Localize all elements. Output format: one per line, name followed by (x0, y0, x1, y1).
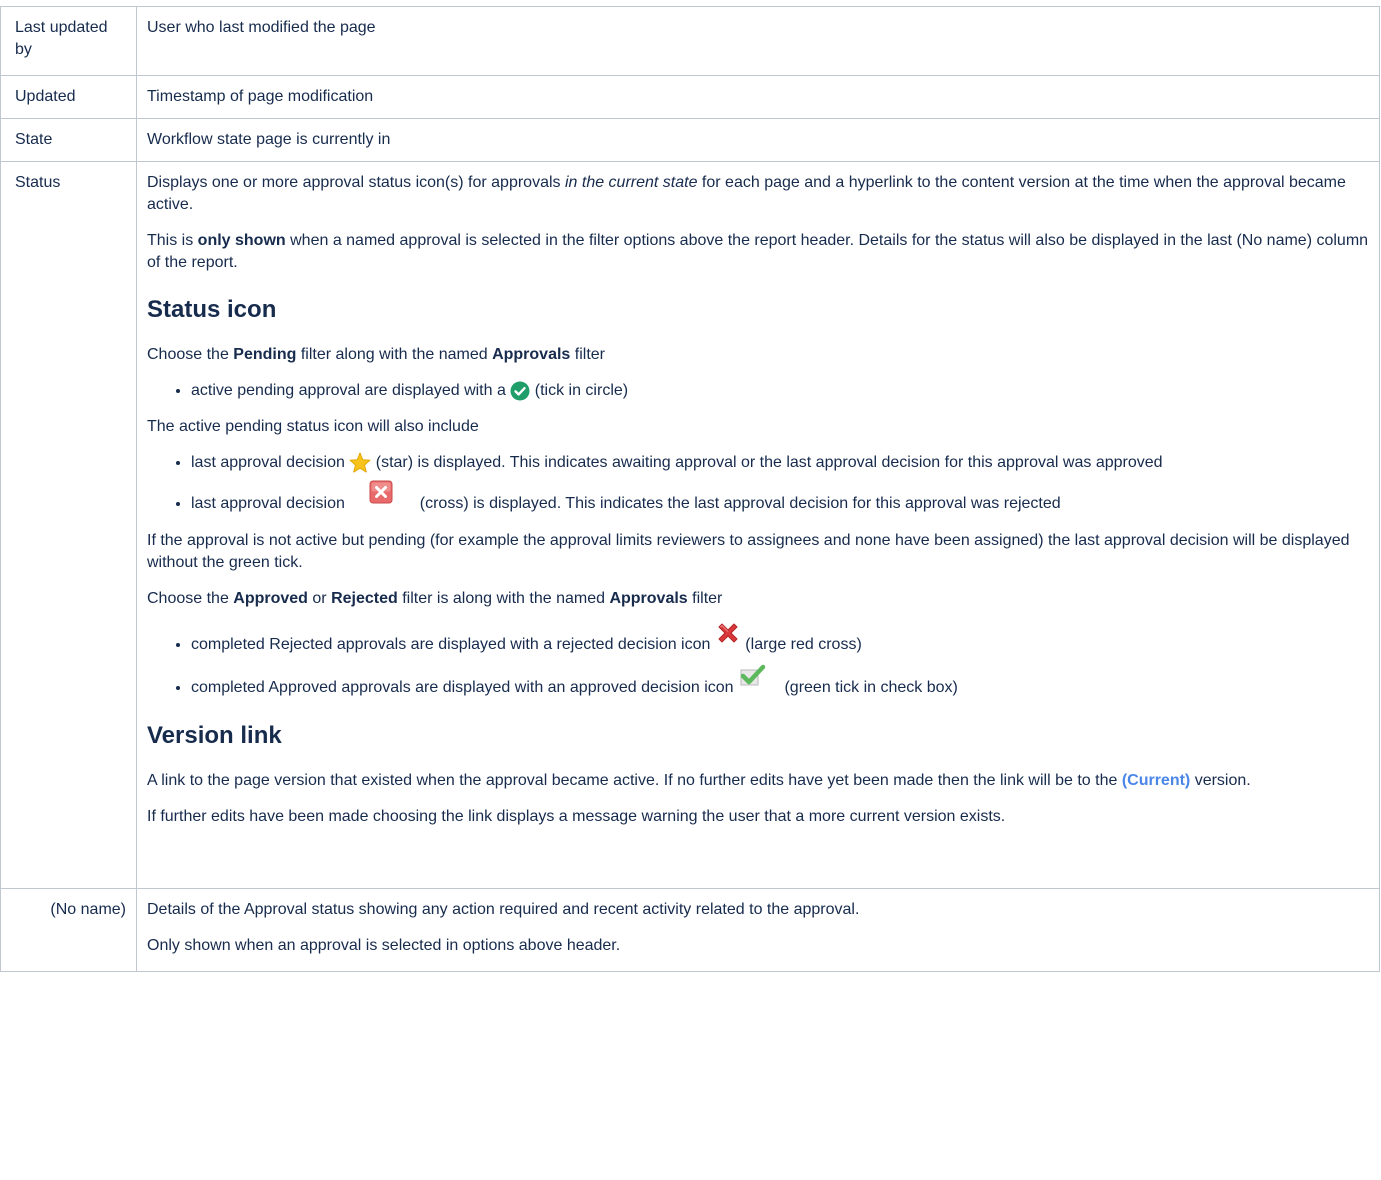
further-edits-paragraph: If further edits have been made choosing… (147, 808, 1006, 825)
row-value: Workflow state page is currently in (136, 118, 1380, 162)
row-value-text: User who last modified the page (147, 19, 376, 36)
include-paragraph: The active pending status icon will also… (147, 418, 479, 435)
row-key: Last updated by (0, 6, 137, 76)
choose-approved-paragraph: Choose the Approved or Rejected filter i… (147, 590, 723, 607)
list-item: completed Rejected approvals are display… (191, 623, 1369, 658)
list-item: active pending approval are displayed wi… (191, 380, 1369, 402)
row-value: User who last modified the page (136, 6, 1380, 76)
definition-table: Last updated by User who last modified t… (0, 6, 1380, 972)
no-name-details-paragraph: Details of the Approval status showing a… (147, 901, 860, 918)
tick-circle-icon (510, 381, 530, 401)
include-list: last approval decision (star) is display… (147, 452, 1369, 516)
cross-box-icon (369, 480, 393, 504)
list-item: completed Approved approvals are display… (191, 664, 1369, 700)
row-value-text: Timestamp of page modification (147, 88, 374, 105)
row-value-text: Workflow state page is currently in (147, 131, 391, 148)
row-key: Updated (0, 75, 137, 119)
row-key-label: (No name) (50, 901, 126, 918)
table-row-state: State Workflow state page is currently i… (0, 118, 1380, 162)
row-key: State (0, 118, 137, 162)
list-item: last approval decision (cross) is displa… (191, 480, 1369, 516)
row-value: Timestamp of page modification (136, 75, 1380, 119)
not-active-paragraph: If the approval is not active but pendin… (147, 532, 1350, 571)
row-key-label: Updated (15, 88, 76, 105)
row-value: Details of the Approval status showing a… (136, 888, 1380, 972)
completed-list: completed Rejected approvals are display… (147, 623, 1369, 700)
green-tick-box-icon (738, 664, 766, 688)
row-key-label: Last updated by (15, 19, 108, 58)
table-row-updated: Updated Timestamp of page modification (0, 75, 1380, 119)
no-name-shown-paragraph: Only shown when an approval is selected … (147, 937, 621, 954)
row-value: Displays one or more approval status ico… (136, 161, 1380, 889)
row-key-label: State (15, 131, 53, 148)
star-icon (349, 452, 371, 473)
row-key: (No name) (0, 888, 137, 972)
version-link-heading: Version link (147, 722, 282, 749)
active-pending-list: active pending approval are displayed wi… (147, 380, 1369, 402)
choose-pending-paragraph: Choose the Pending filter along with the… (147, 346, 605, 363)
list-item: last approval decision (star) is display… (191, 452, 1369, 474)
row-key: Status (0, 161, 137, 889)
table-row-status: Status Displays one or more approval sta… (0, 161, 1380, 889)
status-intro-paragraph: Displays one or more approval status ico… (147, 174, 1346, 213)
status-only-shown-paragraph: This is only shown when a named approval… (147, 232, 1369, 271)
row-key-label: Status (15, 174, 61, 191)
status-icon-heading: Status icon (147, 296, 277, 323)
current-version-link[interactable]: (Current) (1122, 772, 1190, 789)
table-row-no-name: (No name) Details of the Approval status… (0, 888, 1380, 972)
version-link-paragraph: A link to the page version that existed … (147, 772, 1251, 789)
table-row-last-updated-by: Last updated by User who last modified t… (0, 6, 1380, 76)
large-red-cross-icon (715, 620, 741, 646)
